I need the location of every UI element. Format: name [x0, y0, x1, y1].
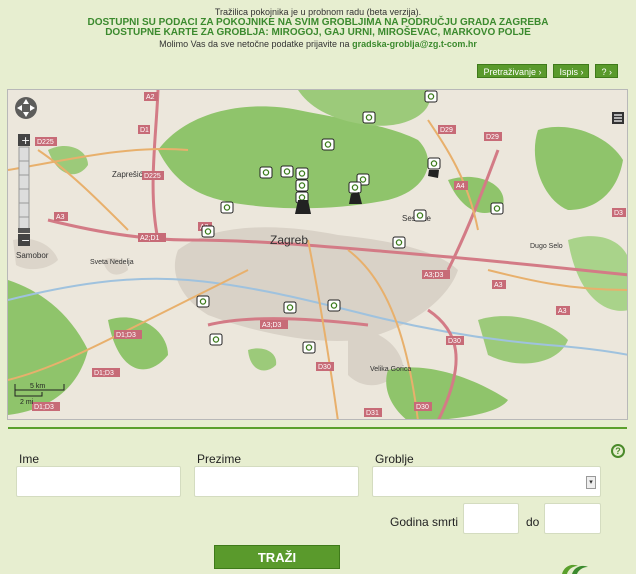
intro-text: Tražilica pokojnika je u probnom radu (b…: [0, 7, 636, 49]
road-label: D225: [144, 173, 161, 180]
city-label-samobor: Samobor: [16, 251, 49, 260]
cemetery-marker[interactable]: [413, 209, 427, 222]
cemetery-marker[interactable]: [327, 299, 341, 312]
city-label-velika-gorica: Velika Gorica: [370, 366, 411, 373]
help-button[interactable]: ? ›: [595, 64, 618, 78]
road-label: D1;D3: [116, 332, 136, 339]
zoom-slider-handle[interactable]: [18, 228, 30, 233]
road-label: D31: [366, 410, 379, 417]
cemetery-marker[interactable]: [490, 202, 504, 215]
logo-icon: [562, 564, 588, 574]
city-label-zapresic: Zaprešić: [112, 170, 143, 179]
road-label: D30: [416, 404, 429, 411]
search-button[interactable]: TRAŽI: [214, 545, 340, 569]
road-label: A3: [494, 282, 503, 289]
cemetery-marker[interactable]: [201, 225, 215, 238]
zoom-control[interactable]: + −: [18, 134, 30, 247]
cemetery-marker[interactable]: [259, 166, 273, 179]
maps-notice: DOSTUPNE KARTE ZA GROBLJA: MIROGOJ, GAJ …: [105, 27, 531, 38]
groblje-select[interactable]: ▾: [372, 466, 601, 497]
cemetery-area[interactable]: [428, 170, 439, 178]
city-label-sveta-nedelja: Sveta Nedelja: [90, 259, 134, 266]
road-label: D3: [614, 210, 623, 217]
beta-notice: Tražilica pokojnika je u probnom radu (b…: [214, 7, 422, 17]
road-label: A3;D3: [262, 322, 282, 329]
road-label: D30: [318, 364, 331, 371]
road-label: D29: [440, 127, 453, 134]
chevron-down-icon[interactable]: ▾: [586, 476, 596, 489]
search-tab-button[interactable]: Pretraživanje ›: [477, 64, 548, 78]
year-from-input[interactable]: [463, 503, 519, 534]
city-label-dugo-selo: Dugo Selo: [530, 243, 563, 250]
ime-input[interactable]: [16, 466, 181, 497]
road-label: A3: [56, 214, 65, 221]
cemetery-marker[interactable]: [209, 333, 223, 346]
city-label-zagreb: Zagreb: [270, 233, 308, 247]
cemetery-marker[interactable]: [280, 165, 294, 178]
svg-text:2 mi: 2 mi: [20, 399, 34, 406]
cemetery-marker[interactable]: [283, 301, 297, 314]
svg-text:5 km: 5 km: [30, 383, 45, 390]
year-to-input[interactable]: [544, 503, 601, 534]
prezime-label: Prezime: [197, 452, 242, 466]
road-label: D29: [486, 134, 499, 141]
cemetery-marker[interactable]: [424, 90, 438, 103]
cemetery-marker[interactable]: [295, 179, 309, 192]
help-icon[interactable]: ?: [611, 444, 625, 458]
cemetery-marker[interactable]: [392, 236, 406, 249]
map-view[interactable]: D1 A2 D225 D225 A3 A2;D1 A2 D29 D29 A4 A…: [7, 89, 628, 420]
cemetery-marker[interactable]: [302, 341, 316, 354]
email-link[interactable]: gradska-groblja@zg.t-com.hr: [352, 39, 477, 49]
prezime-input[interactable]: [194, 466, 359, 497]
cemetery-marker[interactable]: [295, 167, 309, 180]
zoom-in-button[interactable]: +: [21, 134, 30, 147]
zoom-out-button[interactable]: −: [21, 234, 30, 247]
road-label: A3;D3: [424, 272, 444, 279]
road-label: A2: [146, 94, 155, 101]
cemetery-marker[interactable]: [427, 157, 441, 170]
pan-control[interactable]: [15, 97, 37, 119]
road-label: A4: [456, 183, 465, 190]
road-label: D1: [140, 127, 149, 134]
road-label: D1;D3: [34, 404, 54, 411]
report-notice: Molimo Vas da sve netočne podatke prijav…: [159, 38, 477, 49]
divider: [8, 427, 627, 429]
cemetery-marker[interactable]: [362, 111, 376, 124]
godina-smrti-label: Godina smrti: [390, 515, 459, 529]
do-label: do: [526, 515, 540, 529]
cemetery-marker[interactable]: [321, 138, 335, 151]
top-toolbar: Pretraživanje › Ispis › ? ›: [477, 64, 618, 78]
cemetery-marker[interactable]: [220, 201, 234, 214]
road-label: D30: [448, 338, 461, 345]
map-canvas[interactable]: D1 A2 D225 D225 A3 A2;D1 A2 D29 D29 A4 A…: [8, 90, 628, 420]
layer-switcher-icon[interactable]: [612, 112, 624, 124]
cemetery-marker[interactable]: [196, 295, 210, 308]
road-label: D1;D3: [94, 370, 114, 377]
road-label: A3: [558, 308, 567, 315]
road-label: A2;D1: [140, 235, 160, 242]
ime-label: Ime: [19, 452, 40, 466]
road-label: D225: [37, 139, 54, 146]
cemetery-marker[interactable]: [348, 181, 362, 194]
print-button[interactable]: Ispis ›: [553, 64, 590, 78]
groblje-label: Groblje: [375, 452, 414, 466]
